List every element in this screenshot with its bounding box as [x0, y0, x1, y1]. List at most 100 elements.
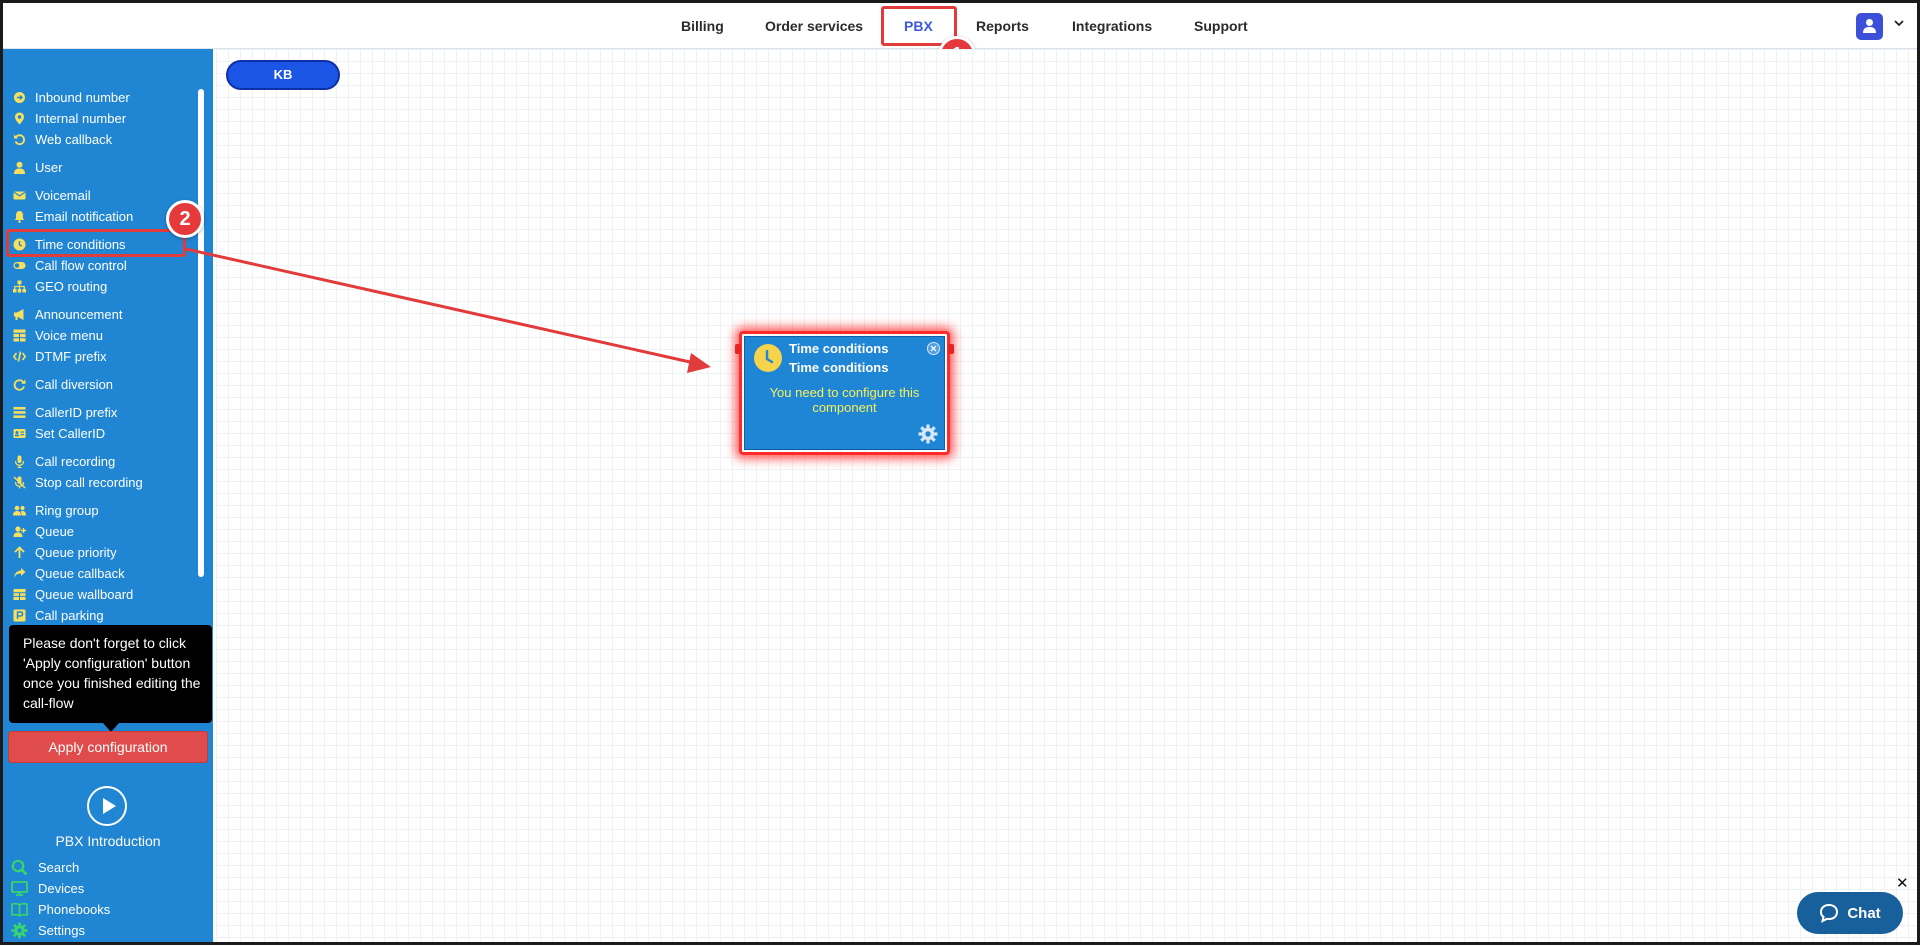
sidebar-item-internal-number[interactable]: Internal number	[13, 109, 126, 127]
map-pin-icon	[13, 112, 26, 125]
apply-reminder-tooltip: Please don't forget to click 'Apply conf…	[9, 625, 212, 723]
step-badge-2: 2	[166, 200, 204, 238]
sidebar-item-label: Queue callback	[35, 565, 125, 581]
node-config-message: You need to configure this component	[769, 385, 920, 415]
nav-integrations[interactable]: Integrations	[1072, 18, 1152, 34]
arrow-up-icon	[13, 545, 26, 559]
sidebar-item-callerid-prefix[interactable]: CallerID prefix	[13, 403, 117, 421]
chat-button[interactable]: Chat	[1797, 892, 1903, 934]
tool-label: Devices	[38, 880, 85, 896]
sidebar-item-label: Email notification	[35, 208, 134, 224]
tool-devices[interactable]: Devices	[11, 879, 84, 897]
sidebar-item-label: Inbound number	[35, 89, 130, 105]
sidebar-item-call-parking[interactable]: Call parking	[13, 606, 104, 624]
gear-icon[interactable]	[918, 424, 938, 444]
sidebar-item-label: Call recording	[35, 453, 116, 469]
call-flow-canvas[interactable]	[216, 49, 1917, 942]
sidebar-item-user[interactable]: User	[13, 158, 62, 176]
tool-phonebooks[interactable]: Phonebooks	[11, 900, 110, 918]
sidebar-item-label: User	[35, 159, 63, 175]
pbx-introduction-label[interactable]: PBX Introduction	[3, 833, 213, 849]
sidebar-item-voice-menu[interactable]: Voice menu	[13, 326, 103, 344]
sidebar-item-call-diversion[interactable]: Call diversion	[13, 375, 113, 393]
toggle-icon	[13, 259, 26, 272]
chat-close-icon[interactable]: ✕	[1896, 876, 1909, 891]
clock-icon	[754, 344, 782, 372]
sidebar-item-web-callback[interactable]: Web callback	[13, 130, 112, 148]
sidebar-item-label: Queue	[35, 523, 75, 539]
tool-search[interactable]: Search	[11, 858, 79, 876]
user-menu-button[interactable]	[1856, 13, 1883, 40]
sidebar-item-label: Set CallerID	[35, 425, 106, 441]
kb-button[interactable]: KB	[226, 60, 340, 90]
envelope-icon	[13, 189, 26, 202]
nav-reports[interactable]: Reports	[976, 18, 1029, 34]
grid-icon	[13, 329, 26, 342]
sidebar-item-label: Queue priority	[35, 544, 117, 560]
user-icon	[1863, 19, 1876, 33]
sidebar-item-queue[interactable]: Queue	[13, 522, 74, 540]
sidebar-item-label: Voice menu	[35, 327, 103, 343]
sidebar-item-queue-priority[interactable]: Queue priority	[13, 543, 117, 561]
sidebar-item-label: Queue wallboard	[35, 586, 134, 602]
monitor-icon	[11, 880, 28, 897]
sidebar-item-label: Voicemail	[35, 187, 91, 203]
sidebar-item-email-notification[interactable]: Email notification	[13, 207, 133, 225]
nav-billing[interactable]: Billing	[681, 18, 724, 34]
sidebar-item-call-flow-control[interactable]: Call flow control	[13, 256, 127, 274]
app-window: Billing Order services PBX Reports Integ…	[0, 0, 1920, 945]
sidebar-item-label: DTMF prefix	[35, 348, 107, 364]
sidebar-item-queue-callback[interactable]: Queue callback	[13, 564, 125, 582]
search-icon	[11, 859, 28, 876]
undo-icon	[13, 133, 26, 146]
tool-label: Phonebooks	[38, 901, 111, 917]
sidebar-item-label: GEO routing	[35, 278, 108, 294]
sidebar-item-label: Call diversion	[35, 376, 114, 392]
sidebar-item-set-callerid[interactable]: Set CallerID	[13, 424, 105, 442]
sidebar-item-stop-call-recording[interactable]: Stop call recording	[13, 473, 143, 491]
node-title: Time conditions	[789, 341, 889, 356]
nav-support[interactable]: Support	[1194, 18, 1248, 34]
nav-order-services[interactable]: Order services	[765, 18, 863, 34]
gear-icon	[11, 922, 28, 939]
node-output-port[interactable]	[948, 344, 954, 354]
sidebar-scrollbar[interactable]	[198, 89, 204, 577]
sidebar-item-label: Call flow control	[35, 257, 127, 273]
sidebar-item-ring-group[interactable]: Ring group	[13, 501, 99, 519]
sidebar-item-inbound-number[interactable]: Inbound number	[13, 88, 130, 106]
sidebar-item-geo-routing[interactable]: GEO routing	[13, 277, 107, 295]
microphone-slash-icon	[13, 475, 26, 489]
node-input-port[interactable]	[735, 344, 741, 354]
play-intro-button[interactable]	[87, 786, 127, 826]
users-icon	[13, 504, 26, 517]
sidebar-item-label: Announcement	[35, 306, 123, 322]
chevron-down-icon[interactable]	[1893, 17, 1905, 29]
code-icon	[13, 350, 26, 363]
sidebar-item-label: Call parking	[35, 607, 104, 623]
id-card-icon	[13, 427, 26, 440]
sitemap-icon	[13, 280, 26, 293]
sidebar-item-announcement[interactable]: Announcement	[13, 305, 122, 323]
sidebar-item-label: Web callback	[35, 131, 113, 147]
close-icon[interactable]	[927, 342, 940, 355]
microphone-icon	[13, 455, 26, 468]
sidebar-item-label: Stop call recording	[35, 474, 143, 490]
parking-icon	[13, 609, 26, 622]
time-conditions-highlight-box	[6, 229, 186, 257]
share-icon	[13, 567, 26, 580]
sidebar-item-label: CallerID prefix	[35, 404, 118, 420]
list-icon	[13, 406, 26, 419]
sidebar-item-queue-wallboard[interactable]: Queue wallboard	[13, 585, 133, 603]
apply-configuration-button[interactable]: Apply configuration	[8, 731, 208, 763]
tool-label: Search	[38, 859, 80, 875]
sidebar-item-call-recording[interactable]: Call recording	[13, 452, 115, 470]
sidebar-item-label: Ring group	[35, 502, 99, 518]
play-icon	[103, 798, 116, 814]
sidebar-item-dtmf-prefix[interactable]: DTMF prefix	[13, 347, 107, 365]
sidebar-item-label: Internal number	[35, 110, 127, 126]
tool-settings[interactable]: Settings	[11, 921, 85, 939]
sidebar-item-voicemail[interactable]: Voicemail	[13, 186, 91, 204]
tool-label: Settings	[38, 922, 85, 938]
redo-icon	[13, 378, 26, 391]
chat-bubble-icon	[1820, 903, 1839, 923]
